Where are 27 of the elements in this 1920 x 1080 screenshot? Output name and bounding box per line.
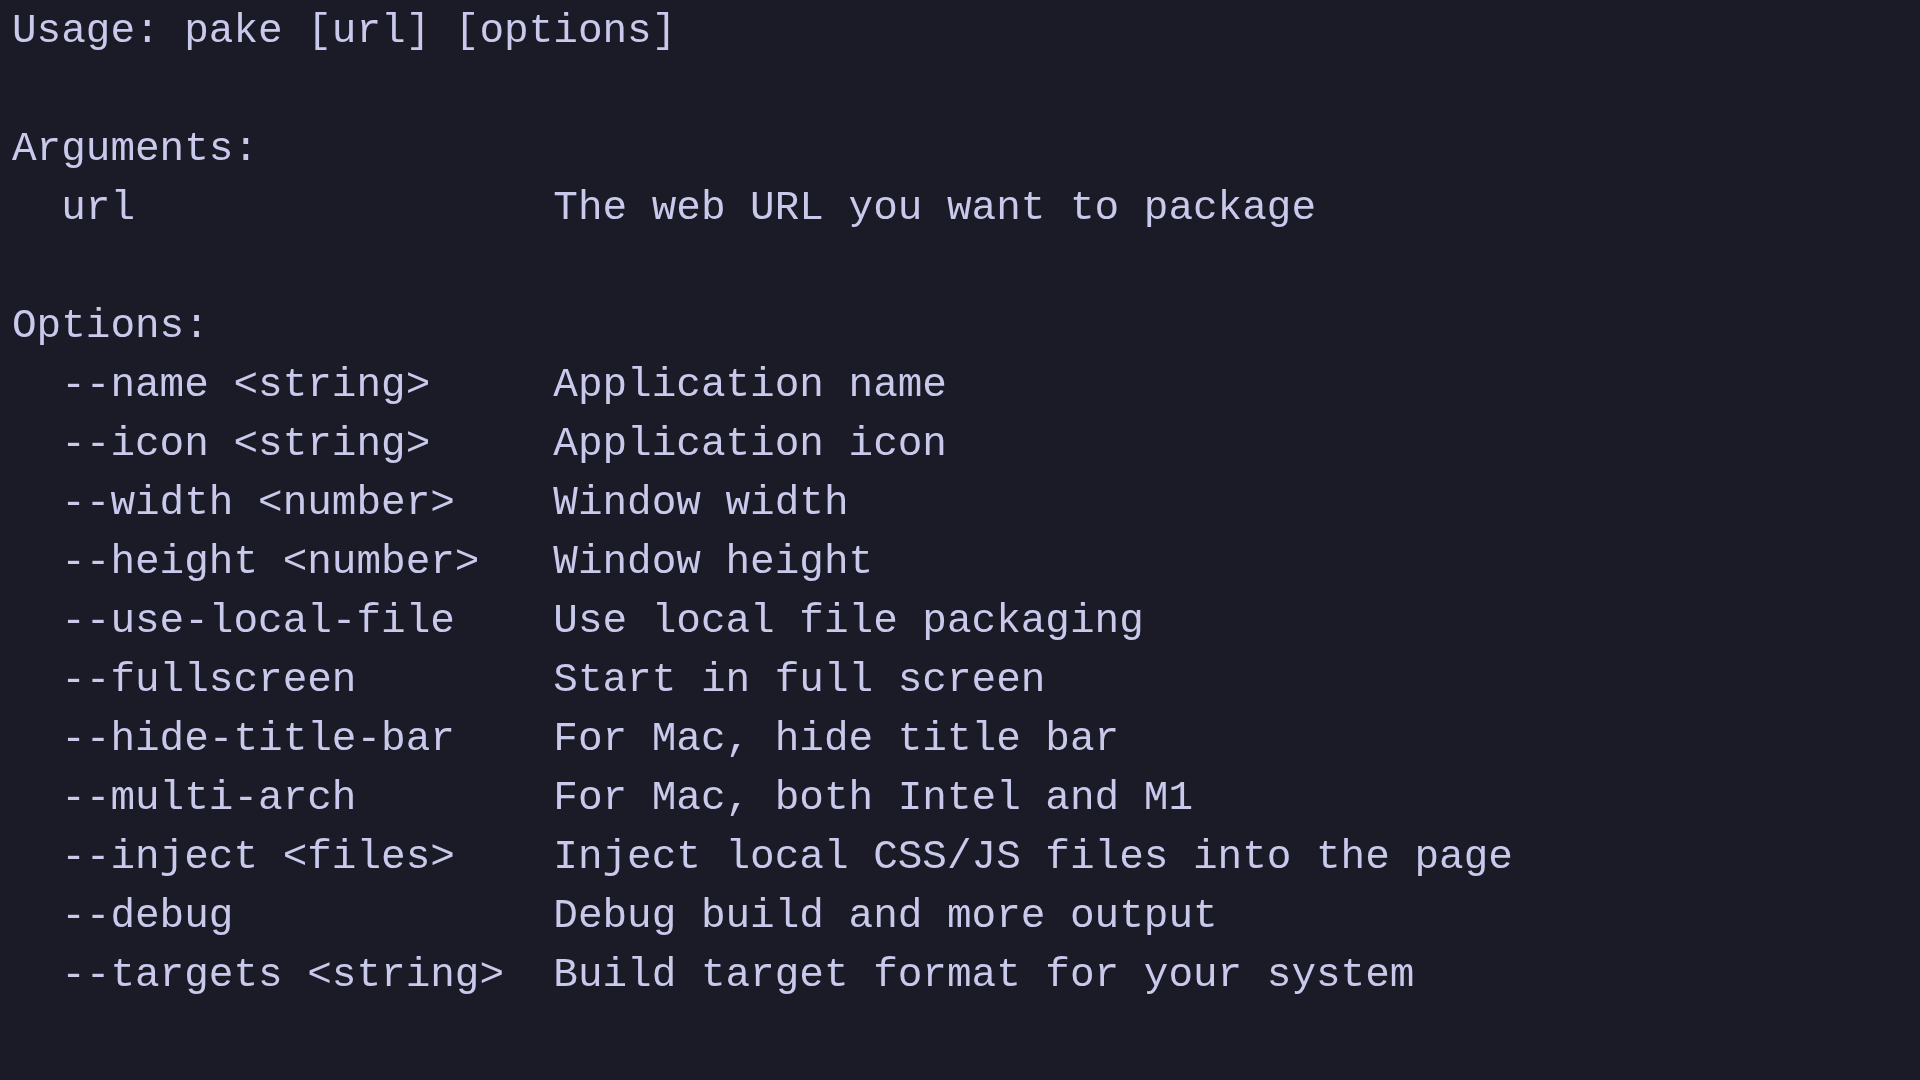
usage-line: Usage: pake [url] [options] [12, 8, 677, 54]
option-description: For Mac, hide title bar [553, 716, 1120, 762]
option-name: --width <number> [61, 480, 455, 526]
option-name: --multi-arch [61, 775, 357, 821]
option-name: --name <string> [61, 362, 431, 408]
option-name: --use-local-file [61, 598, 455, 644]
option-name: --fullscreen [61, 657, 357, 703]
option-description: Window width [553, 480, 849, 526]
option-name: --height <number> [61, 539, 480, 585]
option-description: Application icon [553, 421, 947, 467]
option-name: --debug [61, 893, 234, 939]
option-description: Use local file packaging [553, 598, 1144, 644]
option-description: For Mac, both Intel and M1 [553, 775, 1193, 821]
option-description: The web URL you want to package [553, 185, 1316, 231]
option-description: Start in full screen [553, 657, 1046, 703]
option-name: url [61, 185, 135, 231]
option-description: Debug build and more output [553, 893, 1218, 939]
option-description: Window height [553, 539, 874, 585]
option-description: Build target format for your system [553, 952, 1415, 998]
option-description: Inject local CSS/JS files into the page [553, 834, 1513, 880]
option-name: --icon <string> [61, 421, 431, 467]
section-heading: Options: [12, 303, 209, 349]
option-name: --inject <files> [61, 834, 455, 880]
option-description: Application name [553, 362, 947, 408]
option-name: --hide-title-bar [61, 716, 455, 762]
section-heading: Arguments: [12, 126, 259, 172]
option-name: --targets <string> [61, 952, 505, 998]
